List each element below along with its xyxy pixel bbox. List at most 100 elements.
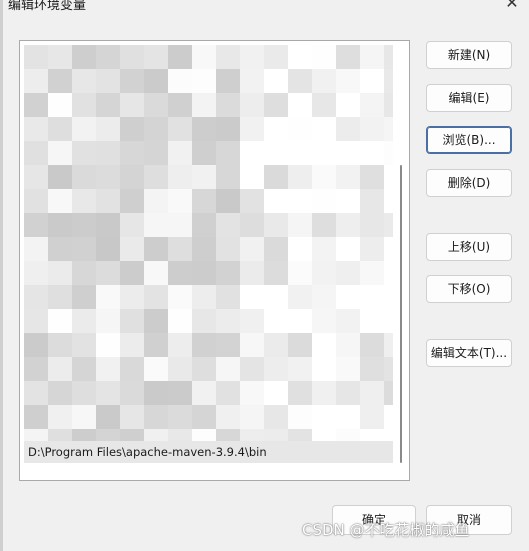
mosaic-cell — [336, 405, 360, 429]
left-window-edge — [0, 0, 3, 551]
mosaic-cell — [288, 261, 312, 285]
mosaic-cell — [240, 261, 264, 285]
mosaic-cell — [72, 285, 96, 309]
mosaic-cell — [264, 381, 288, 405]
mosaic-cell — [120, 189, 144, 213]
mosaic-cell — [360, 309, 384, 333]
mosaic-cell — [336, 69, 360, 93]
mosaic-cell — [288, 93, 312, 117]
mosaic-cell — [72, 141, 96, 165]
mosaic-cell — [312, 357, 336, 381]
path-list[interactable]: D:\Program Files\apache-maven-3.9.4\bin — [19, 40, 410, 481]
move-up-button[interactable]: 上移(U) — [426, 233, 512, 261]
mosaic-cell — [264, 45, 288, 69]
mosaic-cell — [360, 237, 384, 261]
mosaic-cell — [384, 237, 393, 261]
mosaic-cell — [192, 405, 216, 429]
mosaic-cell — [168, 381, 192, 405]
mosaic-cell — [24, 357, 48, 381]
ok-button[interactable]: 确定 — [332, 505, 416, 535]
mosaic-cell — [240, 165, 264, 189]
mosaic-cell — [72, 237, 96, 261]
mosaic-cell — [72, 45, 96, 69]
mosaic-cell — [48, 357, 72, 381]
cancel-button[interactable]: 取消 — [426, 505, 512, 535]
mosaic-cell — [216, 333, 240, 357]
mosaic-cell — [216, 93, 240, 117]
mosaic-cell — [264, 261, 288, 285]
mosaic-cell — [72, 189, 96, 213]
mosaic-cell — [192, 309, 216, 333]
path-entry-selected[interactable]: D:\Program Files\apache-maven-3.9.4\bin — [24, 441, 393, 463]
mosaic-cell — [96, 141, 120, 165]
mosaic-cell — [120, 285, 144, 309]
mosaic-cell — [120, 381, 144, 405]
mosaic-cell — [96, 189, 120, 213]
mosaic-cell — [144, 117, 168, 141]
mosaic-cell — [264, 141, 288, 165]
mosaic-cell — [192, 93, 216, 117]
mosaic-cell — [240, 333, 264, 357]
mosaic-cell — [384, 285, 393, 309]
mosaic-cell — [384, 93, 393, 117]
mosaic-cell — [264, 165, 288, 189]
mosaic-cell — [336, 189, 360, 213]
mosaic-cell — [336, 357, 360, 381]
scrollbar-thumb[interactable] — [400, 165, 402, 463]
browse-button[interactable]: 浏览(B)... — [426, 126, 512, 154]
mosaic-cell — [288, 237, 312, 261]
mosaic-cell — [264, 69, 288, 93]
mosaic-cell — [240, 357, 264, 381]
mosaic-cell — [24, 69, 48, 93]
mosaic-cell — [216, 381, 240, 405]
mosaic-cell — [168, 237, 192, 261]
mosaic-cell — [360, 93, 384, 117]
new-button[interactable]: 新建(N) — [426, 41, 512, 69]
mosaic-cell — [120, 333, 144, 357]
mosaic-cell — [120, 405, 144, 429]
mosaic-cell — [168, 141, 192, 165]
mosaic-cell — [192, 213, 216, 237]
mosaic-cell — [144, 405, 168, 429]
move-down-button[interactable]: 下移(O) — [426, 275, 512, 303]
mosaic-cell — [360, 213, 384, 237]
mosaic-cell — [240, 309, 264, 333]
mosaic-cell — [96, 405, 120, 429]
mosaic-cell — [24, 165, 48, 189]
mosaic-cell — [48, 93, 72, 117]
mosaic-cell — [384, 357, 393, 381]
mosaic-cell — [144, 141, 168, 165]
mosaic-cell — [96, 45, 120, 69]
mosaic-cell — [240, 93, 264, 117]
delete-button[interactable]: 删除(D) — [426, 169, 512, 197]
mosaic-cell — [312, 93, 336, 117]
mosaic-cell — [336, 213, 360, 237]
mosaic-cell — [312, 141, 336, 165]
mosaic-cell — [240, 69, 264, 93]
mosaic-cell — [240, 189, 264, 213]
mosaic-cell — [384, 381, 393, 405]
mosaic-cell — [96, 381, 120, 405]
mosaic-cell — [312, 45, 336, 69]
close-icon[interactable]: ✕ — [500, 0, 524, 14]
mosaic-cell — [264, 357, 288, 381]
mosaic-cell — [48, 261, 72, 285]
mosaic-cell — [120, 309, 144, 333]
vertical-scrollbar[interactable] — [397, 43, 407, 478]
mosaic-cell — [288, 69, 312, 93]
edit-text-button[interactable]: 编辑文本(T)... — [426, 339, 512, 367]
mosaic-cell — [144, 381, 168, 405]
mosaic-cell — [24, 213, 48, 237]
mosaic-cell — [384, 405, 393, 429]
mosaic-cell — [264, 309, 288, 333]
mosaic-cell — [288, 285, 312, 309]
mosaic-cell — [96, 213, 120, 237]
mosaic-cell — [288, 357, 312, 381]
mosaic-cell — [144, 213, 168, 237]
mosaic-cell — [144, 333, 168, 357]
mosaic-cell — [72, 405, 96, 429]
mosaic-cell — [24, 117, 48, 141]
mosaic-cell — [264, 285, 288, 309]
edit-button[interactable]: 编辑(E) — [426, 84, 512, 112]
mosaic-cell — [264, 405, 288, 429]
